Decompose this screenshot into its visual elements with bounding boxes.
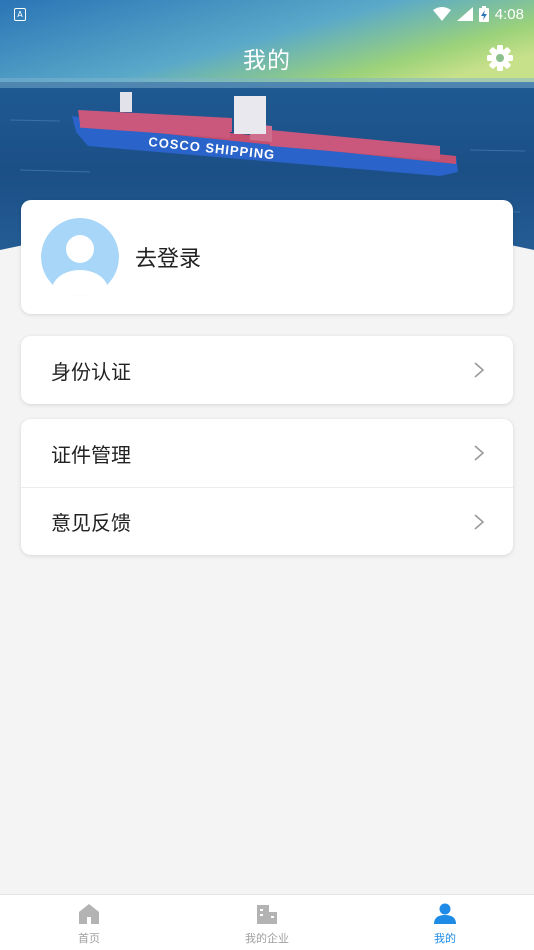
page-title: 我的 <box>243 48 291 74</box>
default-avatar-icon <box>41 218 119 296</box>
menu-item-feedback[interactable]: 意见反馈 <box>21 487 513 555</box>
status-bar: A 4:08 <box>0 0 534 28</box>
nav-item-home[interactable]: 首页 <box>0 895 178 950</box>
status-time: 4:08 <box>494 5 524 23</box>
user-icon <box>434 903 456 924</box>
chevron-right-icon <box>474 513 485 530</box>
nav-label: 我的企业 <box>245 932 289 945</box>
menu-item-certificates[interactable]: 证件管理 <box>21 419 513 487</box>
settings-button[interactable] <box>486 44 514 72</box>
menu-item-identity[interactable]: 身份认证 <box>21 336 513 404</box>
signal-icon <box>456 7 473 21</box>
avatar[interactable] <box>41 218 119 296</box>
wifi-icon <box>432 7 451 21</box>
bottom-nav: 首页 我的企业 我的 <box>0 894 534 950</box>
nav-label: 我的 <box>434 932 456 945</box>
home-icon <box>79 904 99 924</box>
menu-item-label: 意见反馈 <box>51 511 131 535</box>
chevron-right-icon <box>474 362 485 378</box>
menu-item-label: 身份认证 <box>51 359 131 384</box>
identity-menu-card: 身份认证 <box>21 336 513 404</box>
enterprise-icon <box>257 905 277 924</box>
login-card[interactable]: 去登录 <box>21 200 513 314</box>
nav-item-mine[interactable]: 我的 <box>356 895 534 950</box>
gear-icon <box>487 45 513 71</box>
nav-label: 首页 <box>78 932 100 945</box>
login-link[interactable]: 去登录 <box>135 241 201 273</box>
battery-icon <box>478 6 489 22</box>
chevron-right-icon <box>474 445 485 461</box>
menu-item-label: 证件管理 <box>51 442 131 467</box>
nav-item-enterprise[interactable]: 我的企业 <box>178 895 356 950</box>
services-menu-card: 证件管理 意见反馈 <box>21 419 513 555</box>
app-badge-icon: A <box>14 7 26 21</box>
title-bar: 我的 <box>0 36 534 80</box>
